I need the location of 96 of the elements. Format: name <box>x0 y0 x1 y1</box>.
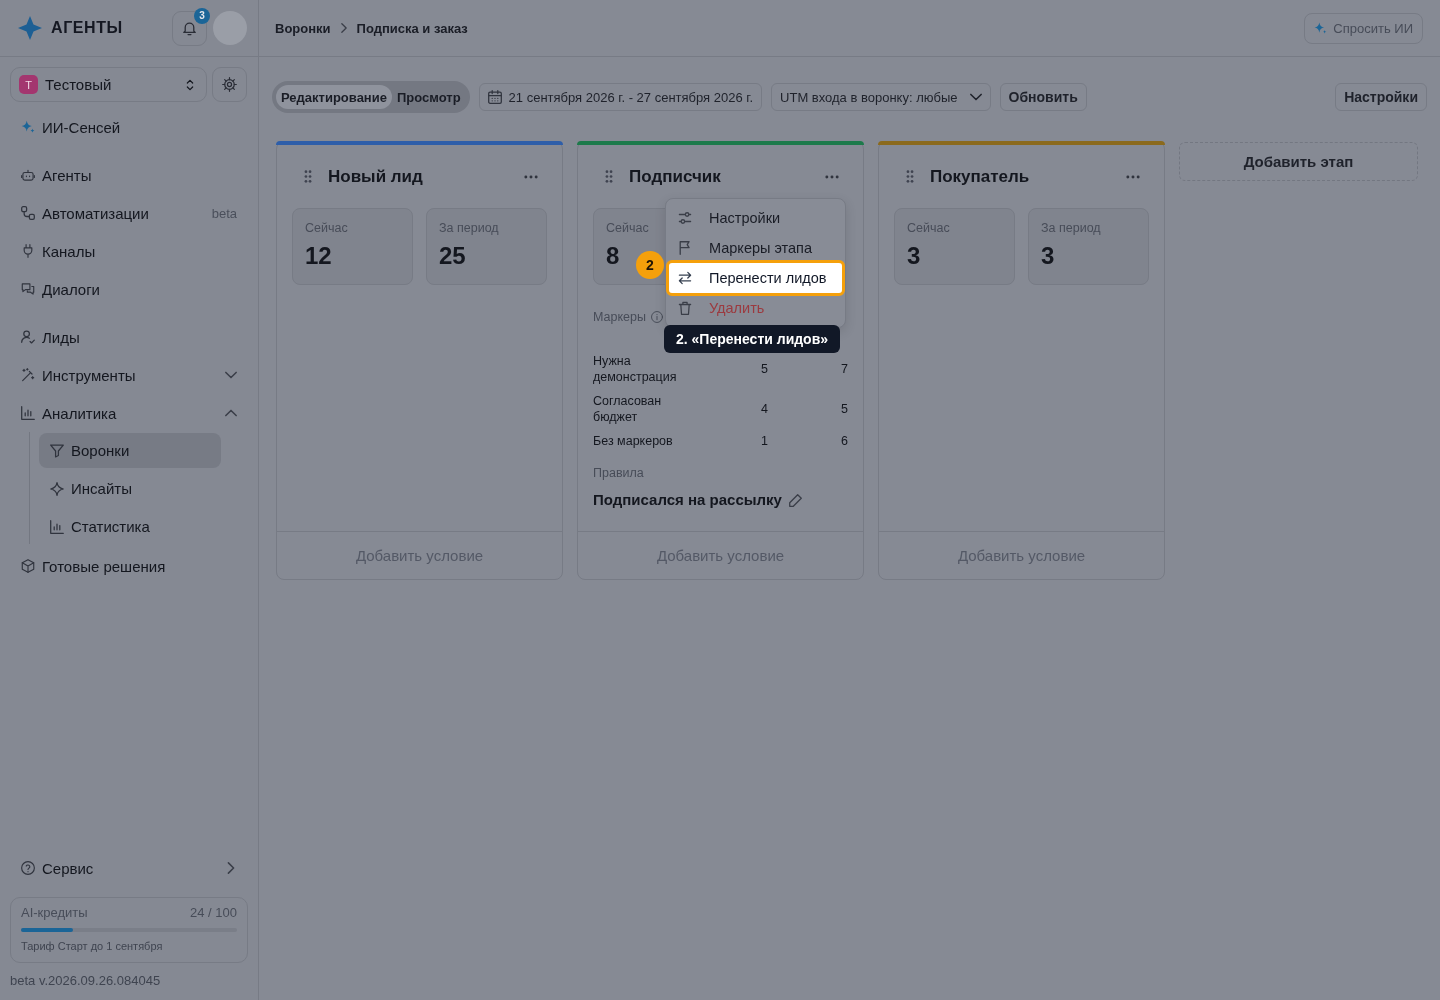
menu-item[interactable]: Перенести лидов <box>666 260 845 296</box>
stage-title: Новый лид <box>328 166 423 187</box>
credits-label: AI-кредиты <box>21 905 88 921</box>
version-text: beta v.2026.09.26.084045 <box>9 973 162 990</box>
marker-name: Согласован бюджет <box>593 393 663 425</box>
trash-icon <box>678 301 692 315</box>
nav-item[interactable]: Инструменты <box>0 356 258 394</box>
add-stage-button[interactable]: Добавить этап <box>1179 142 1418 181</box>
ask-ai-button[interactable]: Спросить ИИ <box>1304 12 1423 44</box>
drag-handle-icon[interactable] <box>605 170 613 183</box>
menu-item[interactable]: Настройки <box>666 203 845 233</box>
marker-count: 7 <box>840 361 848 377</box>
stat-label: За период <box>1041 220 1101 236</box>
magic-wand-icon <box>21 368 35 382</box>
plug-icon <box>21 244 35 258</box>
beta-tag: beta <box>211 205 237 221</box>
tour-tooltip: 2. «Перенести лидов» <box>664 325 841 353</box>
stat-value: 8 <box>606 242 620 270</box>
nav-item[interactable]: Автоматизации beta <box>0 194 258 232</box>
chevron-up-down-icon <box>184 78 196 91</box>
pencil-icon[interactable] <box>788 493 802 507</box>
bell-icon <box>182 20 197 36</box>
nav-item[interactable]: Аналитика <box>0 394 258 432</box>
chat-bubbles-icon <box>21 282 35 296</box>
nav-item[interactable]: Инсайты <box>39 471 221 506</box>
menu-item[interactable]: Маркеры этапа <box>666 233 845 263</box>
cube-icon <box>21 559 35 573</box>
stat-label: Сейчас <box>606 220 649 236</box>
info-icon[interactable] <box>650 311 663 323</box>
marker-name: Нужна демонстрация <box>593 353 678 385</box>
nav-item[interactable]: Готовые решения <box>0 547 258 585</box>
stage-title: Подписчик <box>629 166 721 187</box>
logo-icon[interactable] <box>18 16 42 40</box>
marker-name: Без маркеров <box>593 433 674 449</box>
chevron-down-icon <box>969 91 982 103</box>
stat-value: 12 <box>305 242 332 270</box>
nav-item[interactable]: ИИ-Сенсей <box>0 108 258 146</box>
rule-text: Подписался на рассылку <box>593 490 782 510</box>
more-icon[interactable] <box>524 174 538 179</box>
stat-label: Сейчас <box>907 220 950 236</box>
nav-item[interactable]: Агенты <box>0 156 258 194</box>
mode-tab[interactable]: Просмотр <box>391 85 466 109</box>
marker-count: 4 <box>760 401 768 417</box>
stat-value: 3 <box>907 242 921 270</box>
sparkle-icon <box>50 481 64 496</box>
sliders-icon <box>678 211 692 225</box>
sparkle-icon <box>21 120 35 134</box>
chevron-right-icon <box>225 862 237 874</box>
settings-button[interactable] <box>212 67 247 102</box>
credits-reading: 24 / 100 <box>190 905 237 921</box>
refresh-button[interactable]: Обновить <box>999 83 1087 111</box>
stage-title: Покупатель <box>930 166 1030 187</box>
nav-item[interactable]: Воронки <box>39 433 221 468</box>
stat-value: 25 <box>439 242 466 270</box>
mode-tab[interactable]: Редактирование <box>276 85 392 109</box>
workspace-select[interactable]: Т Тестовый <box>10 67 207 102</box>
drag-handle-icon[interactable] <box>906 170 914 183</box>
markers-heading: Маркеры <box>593 309 646 325</box>
nav-item[interactable]: Сервис <box>0 849 258 887</box>
settings-icon <box>222 77 237 92</box>
flag-icon <box>678 241 692 255</box>
marker-count: 1 <box>760 433 768 449</box>
funnel-icon <box>50 443 64 458</box>
breadcrumb-link[interactable]: Подписка и заказ <box>356 20 468 36</box>
workspace-initial: Т <box>19 75 38 94</box>
marker-count: 5 <box>840 401 848 417</box>
nav-item[interactable]: Диалоги <box>0 270 258 308</box>
more-icon[interactable] <box>825 174 839 179</box>
stat-label: Сейчас <box>305 220 348 236</box>
stat-label: За период <box>439 220 499 236</box>
more-icon[interactable] <box>1126 174 1140 179</box>
robot-icon <box>21 168 35 182</box>
date-range-button[interactable]: 21 сентября 2026 г. - 27 сентября 2026 г. <box>478 83 763 111</box>
sparkle-icon <box>1314 21 1328 35</box>
swap-arrows-icon <box>678 271 692 285</box>
help-circle-icon <box>21 861 35 875</box>
nav-item[interactable]: Лиды <box>0 318 258 356</box>
chevron-right-icon <box>338 23 349 33</box>
notification-count-badge: 3 <box>194 7 210 24</box>
nav-item[interactable]: Статистика <box>39 509 221 544</box>
marker-count: 5 <box>760 361 768 377</box>
rules-heading: Правила <box>593 465 645 481</box>
bar-chart-icon <box>50 519 64 534</box>
drag-handle-icon[interactable] <box>304 170 312 183</box>
nav-item[interactable]: Каналы <box>0 232 258 270</box>
bar-chart-icon <box>21 406 35 420</box>
user-check-icon <box>21 330 35 344</box>
marker-count: 6 <box>840 433 848 449</box>
breadcrumb-link[interactable]: Воронки <box>275 20 331 36</box>
nodes-icon <box>21 206 35 220</box>
logo-text: АГЕНТЫ <box>51 19 123 37</box>
utm-filter-dropdown[interactable]: UTM входа в воронку: любые <box>771 83 991 111</box>
stat-value: 3 <box>1041 242 1055 270</box>
plan-text: Тариф Старт до 1 сентября <box>21 939 164 953</box>
calendar-icon <box>487 90 502 104</box>
settings-button[interactable]: Настройки <box>1335 83 1427 111</box>
